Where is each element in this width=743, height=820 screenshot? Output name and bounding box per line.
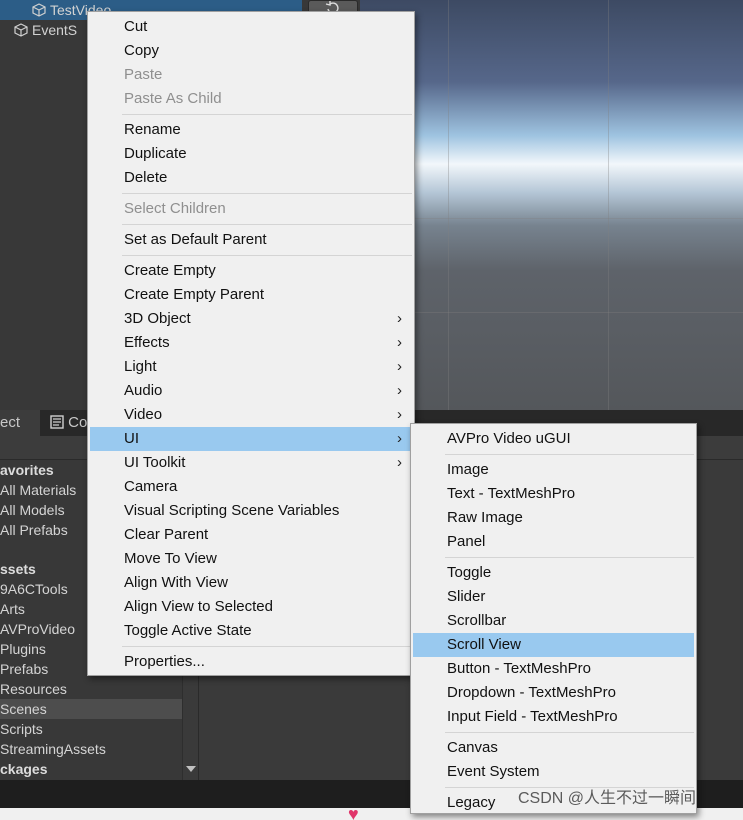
tab-console-label: Co (68, 414, 88, 431)
chevron-right-icon: › (397, 358, 402, 375)
menu-item-paste: Paste (124, 66, 163, 83)
console-icon (50, 415, 64, 429)
submenu-item-text-textmeshpro[interactable]: Text - TextMeshPro (413, 482, 694, 506)
menu-separator (445, 732, 694, 733)
hierarchy-item-label: EventS (32, 22, 78, 38)
submenu-item-canvas[interactable]: Canvas (413, 736, 694, 760)
menu-item-cut[interactable]: Cut (90, 15, 412, 39)
submenu-item-panel[interactable]: Panel (413, 530, 694, 554)
menu-item-ui-toolkit[interactable]: UI Toolkit › (90, 451, 412, 475)
submenu-item-raw-image[interactable]: Raw Image (413, 506, 694, 530)
gameobject-cube-icon (14, 23, 28, 37)
menu-item-rename[interactable]: Rename (90, 118, 412, 142)
menu-item-delete[interactable]: Delete (90, 166, 412, 190)
tab-project[interactable]: ect (0, 410, 40, 436)
project-item[interactable]: StreamingAssets (0, 739, 182, 759)
project-packages-header[interactable]: ckages (0, 759, 182, 779)
chevron-right-icon: › (397, 454, 402, 471)
menu-item-create-empty[interactable]: Create Empty (90, 259, 412, 283)
menu-separator (122, 255, 412, 256)
watermark: CSDN @人生不过一瞬间 (518, 790, 697, 807)
chevron-right-icon: › (397, 406, 402, 423)
menu-item-duplicate[interactable]: Duplicate (90, 142, 412, 166)
menu-item-properties[interactable]: Properties... (90, 650, 412, 674)
tab-console[interactable]: Co (50, 410, 90, 436)
menu-item-light[interactable]: Light › (90, 355, 412, 379)
ui-submenu: AVPro Video uGUI Image Text - TextMeshPr… (410, 423, 697, 814)
menu-item-paste-as-child: Paste As Child (124, 90, 222, 107)
submenu-item-slider[interactable]: Slider (413, 585, 694, 609)
gameobject-cube-icon (32, 3, 46, 17)
scroll-down-arrow-icon[interactable] (186, 766, 196, 772)
context-menu: Cut Copy Paste Paste As Child Rename Dup… (87, 11, 415, 676)
menu-item-visual-scripting-scene-variables[interactable]: Visual Scripting Scene Variables (90, 499, 412, 523)
submenu-item-image[interactable]: Image (413, 458, 694, 482)
submenu-item-toggle[interactable]: Toggle (413, 561, 694, 585)
submenu-item-button-textmeshpro[interactable]: Button - TextMeshPro (413, 657, 694, 681)
submenu-item-input-field-textmeshpro[interactable]: Input Field - TextMeshPro (413, 705, 694, 729)
menu-item-video[interactable]: Video › (90, 403, 412, 427)
menu-item-effects[interactable]: Effects › (90, 331, 412, 355)
menu-item-create-empty-parent[interactable]: Create Empty Parent (90, 283, 412, 307)
menu-item-align-with-view[interactable]: Align With View (90, 571, 412, 595)
menu-item-3d-object[interactable]: 3D Object › (90, 307, 412, 331)
tab-project-label: ect (0, 414, 21, 431)
submenu-item-scrollbar[interactable]: Scrollbar (413, 609, 694, 633)
menu-item-clear-parent[interactable]: Clear Parent (90, 523, 412, 547)
menu-separator (445, 454, 694, 455)
menu-separator (122, 114, 412, 115)
menu-item-audio[interactable]: Audio › (90, 379, 412, 403)
menu-item-camera[interactable]: Camera (90, 475, 412, 499)
menu-separator (122, 646, 412, 647)
submenu-item-avpro-video-ugui[interactable]: AVPro Video uGUI (413, 427, 694, 451)
menu-separator (445, 557, 694, 558)
menu-item-select-children: Select Children (124, 200, 226, 217)
submenu-item-scroll-view[interactable]: Scroll View (413, 633, 694, 657)
menu-item-move-to-view[interactable]: Move To View (90, 547, 412, 571)
menu-item-toggle-active-state[interactable]: Toggle Active State (90, 619, 412, 643)
menu-item-set-default-parent[interactable]: Set as Default Parent (90, 228, 412, 252)
submenu-item-event-system[interactable]: Event System (413, 760, 694, 784)
menu-item-copy[interactable]: Copy (90, 39, 412, 63)
menu-separator (122, 224, 412, 225)
heart-icon: ♥ (348, 804, 359, 820)
scene-view[interactable] (360, 0, 743, 410)
menu-item-align-view-to-selected[interactable]: Align View to Selected (90, 595, 412, 619)
project-item[interactable]: Resources (0, 679, 182, 699)
chevron-right-icon: › (397, 430, 402, 447)
chevron-right-icon: › (397, 334, 402, 351)
chevron-right-icon: › (397, 310, 402, 327)
project-item[interactable]: Scripts (0, 719, 182, 739)
chevron-right-icon: › (397, 382, 402, 399)
menu-separator (122, 193, 412, 194)
project-item-selected[interactable]: Scenes (0, 699, 182, 719)
submenu-item-dropdown-textmeshpro[interactable]: Dropdown - TextMeshPro (413, 681, 694, 705)
menu-item-ui[interactable]: UI › (90, 427, 412, 451)
